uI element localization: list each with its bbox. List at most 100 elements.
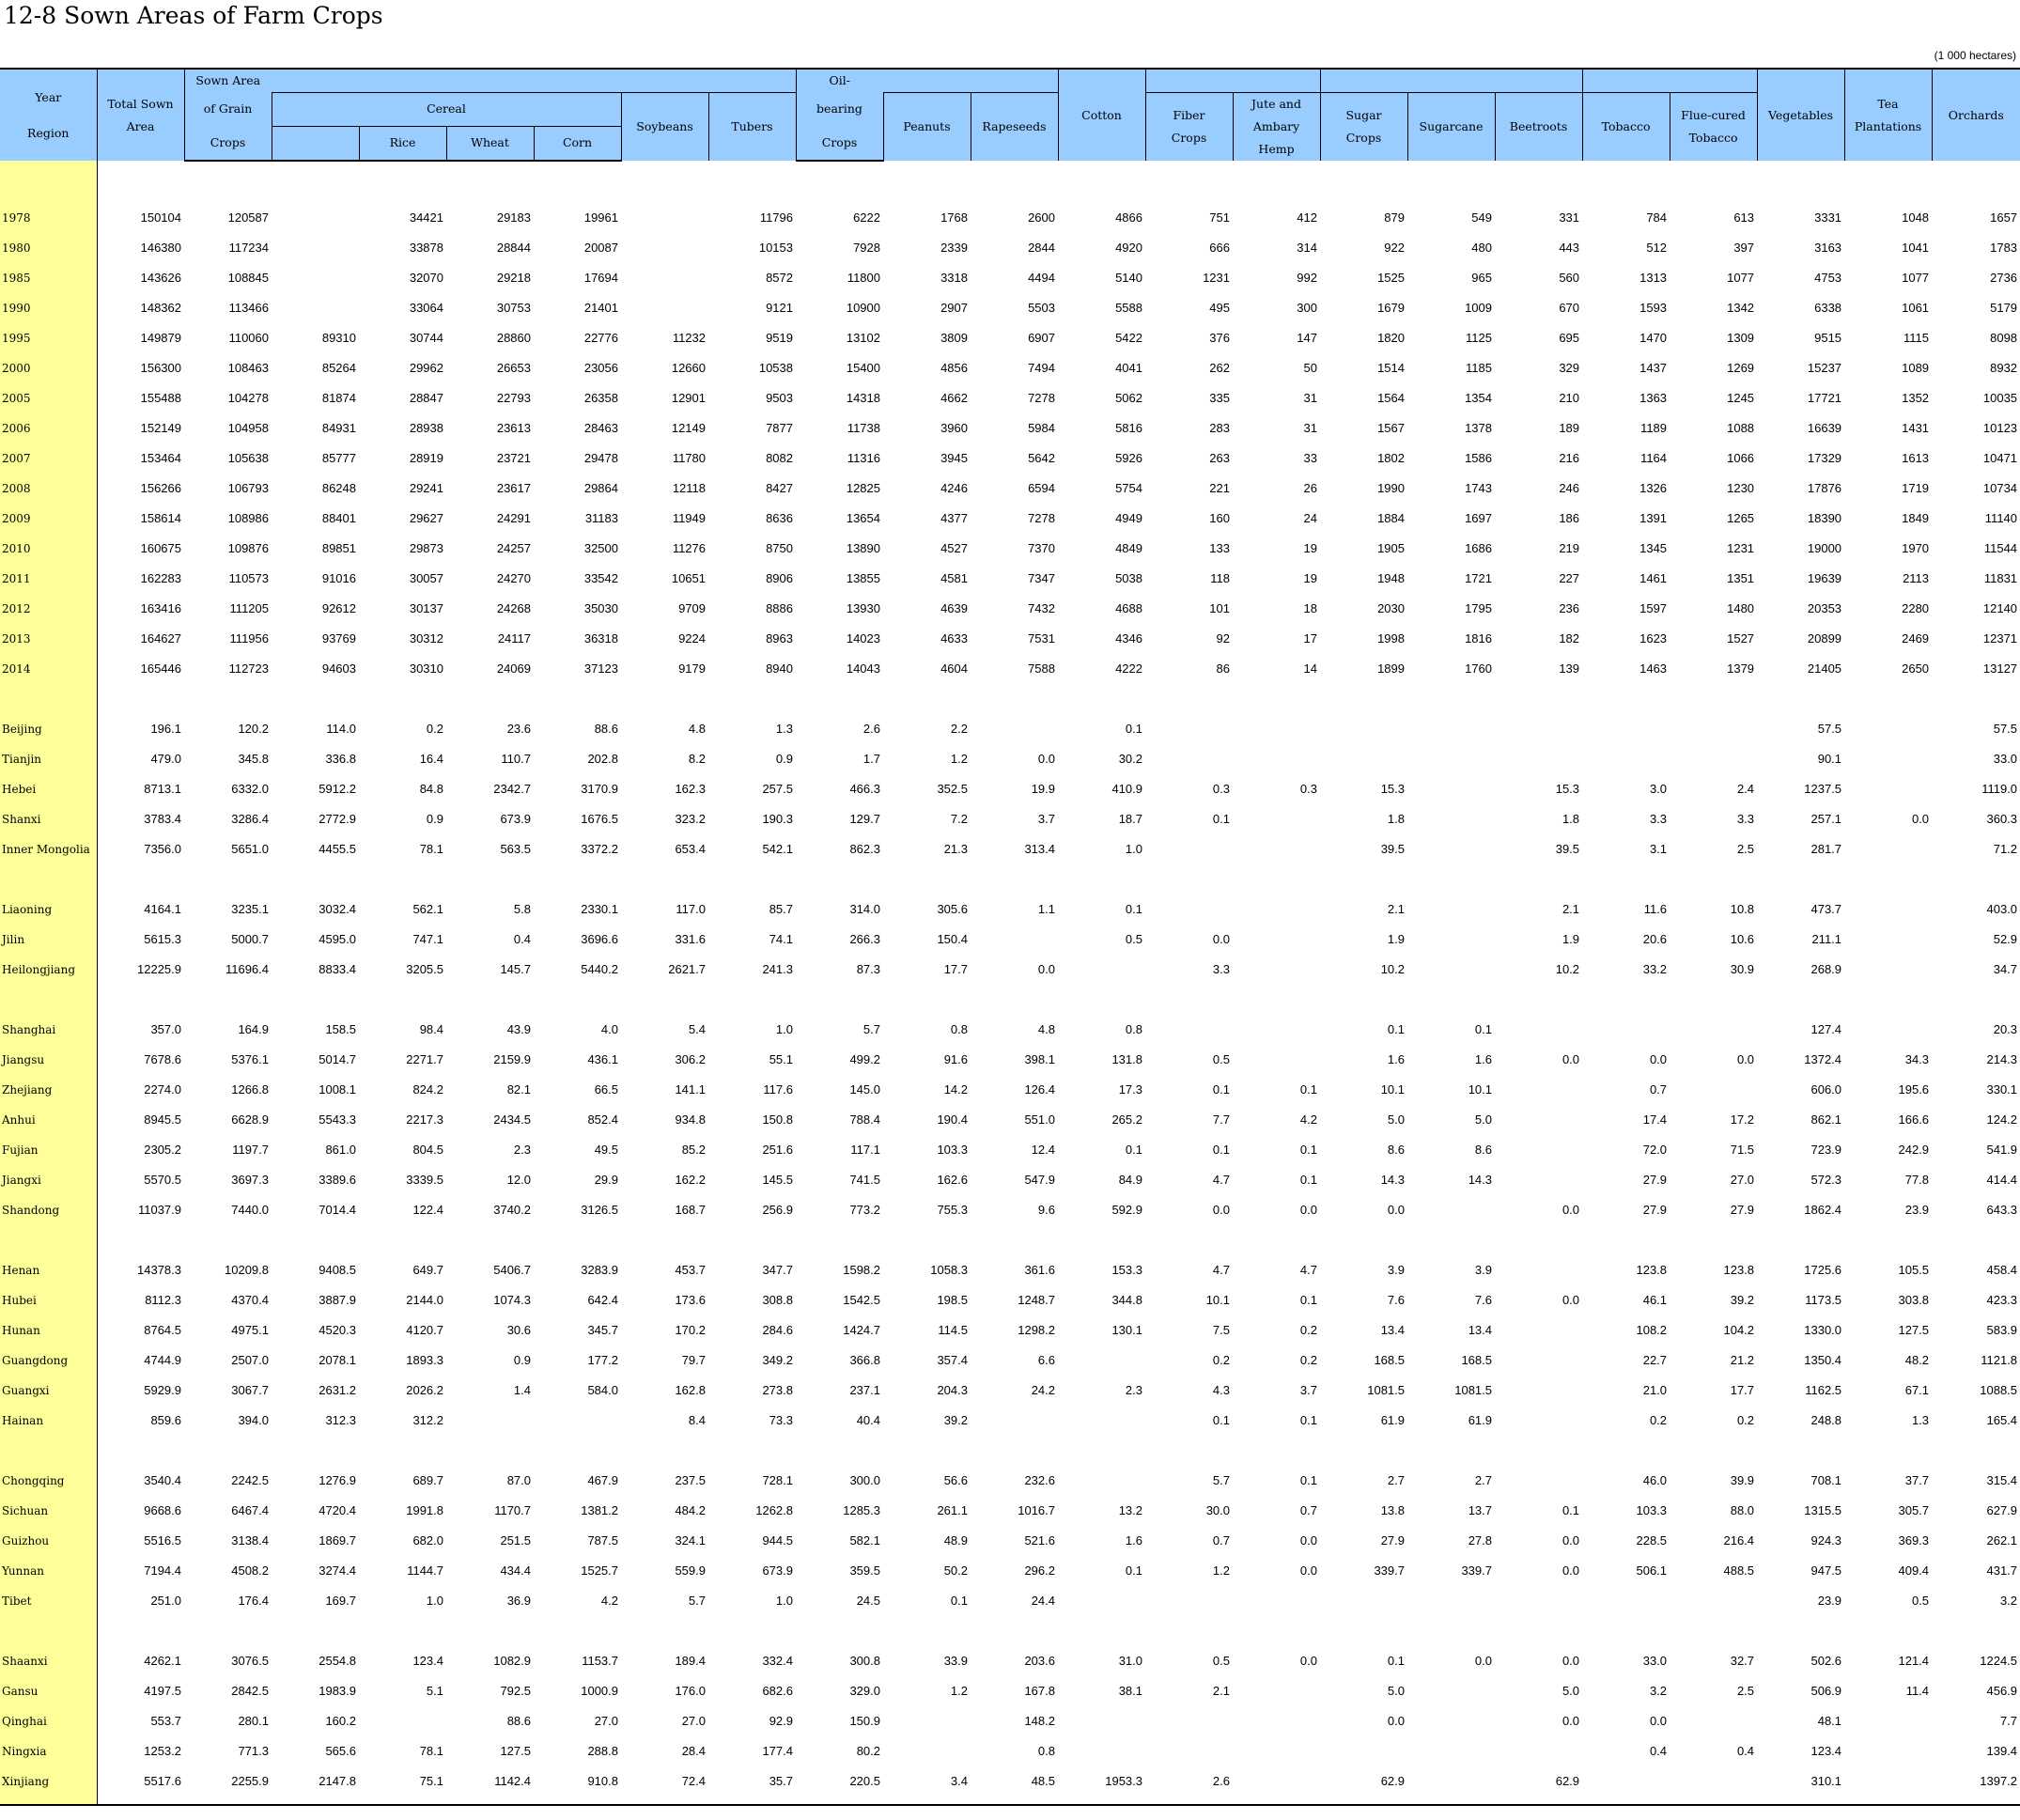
table-cell: 14378.3	[137, 1263, 181, 1277]
table-cell: 300.8	[849, 1654, 880, 1668]
table-cell	[1233, 925, 1320, 955]
table-cell: 0.8	[1037, 1744, 1055, 1758]
table-cell: 153464	[140, 451, 181, 465]
table-cell: 5642	[1028, 451, 1055, 465]
table-cell: 1849	[1902, 511, 1930, 525]
table-cell: 1245	[1727, 391, 1755, 405]
row-label: 2006	[0, 413, 98, 443]
table-cell: 17	[1303, 631, 1317, 646]
header-grain-line1: Sown Area	[183, 68, 272, 93]
header-oil-line3: Crops	[795, 126, 883, 162]
table-cell: 5588	[1115, 301, 1142, 315]
table-cell: 944.5	[762, 1533, 793, 1548]
header-rapeseeds: Rapeseeds	[970, 92, 1058, 161]
table-cell: 862.1	[1810, 1112, 1842, 1127]
table-cell: 66.5	[594, 1082, 618, 1097]
table-cell: 305.6	[937, 902, 968, 916]
table-cell: 1.3	[1911, 1413, 1930, 1427]
table-cell: 410.9	[1111, 782, 1142, 796]
table-cell: 583.9	[1986, 1323, 2018, 1337]
table-cell: 434.4	[500, 1563, 531, 1578]
table-cell: 110060	[228, 331, 269, 345]
table-cell: 1480	[1727, 601, 1755, 615]
table-cell: 39.9	[1730, 1473, 1755, 1487]
table-cell: 3.1	[1649, 842, 1668, 856]
table-cell: 13.4	[1468, 1323, 1492, 1337]
table-cell: 653.4	[675, 842, 706, 856]
table-cell: 5422	[1115, 331, 1142, 345]
table-cell: 246	[1559, 481, 1580, 495]
table-cell: 92	[1216, 631, 1230, 646]
table-cell: 11140	[1984, 511, 2018, 525]
table-row: Tianjin 479.0 345.8 336.8 16.4 110.7 202.8 8.2 0…	[0, 744, 2020, 774]
table-cell: 9668.6	[144, 1503, 181, 1517]
table-cell	[1495, 1255, 1582, 1285]
row-label: 2013	[0, 624, 98, 654]
table-cell: 4527	[940, 541, 968, 555]
table-row: Shaanxi 4262.1 3076.5 2554.8 123.4 1082.9 1153…	[0, 1646, 2020, 1676]
table-cell: 861.0	[325, 1143, 356, 1157]
table-cell: 1119.0	[1981, 782, 2018, 796]
table-cell: 3318	[940, 271, 968, 285]
table-cell	[1670, 1766, 1758, 1806]
table-cell: 541.9	[1986, 1143, 2018, 1157]
table-cell: 105.5	[1898, 1263, 1930, 1277]
table-cell	[1495, 1346, 1582, 1376]
table-cell: 495	[1209, 301, 1230, 315]
table-cell	[1233, 714, 1320, 744]
table-cell: 2242.5	[231, 1473, 269, 1487]
table-cell: 4508.2	[231, 1563, 269, 1578]
table-cell: 2600	[1028, 210, 1055, 225]
table-cell: 147	[1297, 331, 1317, 345]
table-cell: 241.3	[762, 962, 793, 976]
table-cell: 4975.1	[231, 1323, 269, 1337]
table-cell: 0.1	[1387, 1022, 1405, 1036]
table-cell: 227	[1559, 571, 1580, 585]
table-cell	[1407, 1766, 1495, 1806]
table-cell: 203.6	[1024, 1654, 1055, 1668]
row-label: Ningxia	[0, 1736, 98, 1766]
table-cell	[272, 293, 359, 323]
table-cell: 30.2	[1118, 752, 1142, 766]
table-cell: 104.2	[1723, 1323, 1755, 1337]
table-cell: 48.2	[1904, 1353, 1930, 1367]
row-label: Tibet	[0, 1586, 98, 1616]
table-cell: 4370.4	[231, 1293, 269, 1307]
table-row: Anhui 8945.5 6628.9 5543.3 2217.3 2434.5 852.4…	[0, 1105, 2020, 1135]
table-cell: 8750	[766, 541, 793, 555]
table-cell: 0.1	[1299, 1473, 1317, 1487]
table-cell: 1351	[1727, 571, 1755, 585]
table-row: 2012 163416 111205 92612 30137 24268 35030 9709…	[0, 594, 2020, 624]
table-cell: 1.1	[1037, 902, 1055, 916]
table-cell: 0.0	[1649, 1052, 1668, 1066]
table-cell: 2078.1	[319, 1353, 356, 1367]
table-cell: 4262.1	[144, 1654, 181, 1668]
table-cell: 163416	[140, 601, 181, 615]
table-cell	[1233, 1706, 1320, 1736]
table-cell: 1686	[1465, 541, 1492, 555]
table-cell	[1058, 1736, 1145, 1766]
table-cell: 1350.4	[1804, 1353, 1842, 1367]
table-cell: 29627	[409, 511, 443, 525]
table-cell: 162.2	[675, 1173, 706, 1187]
table-cell: 17.7	[1730, 1383, 1755, 1397]
table-cell: 28919	[409, 451, 443, 465]
table-cell: 14043	[846, 661, 880, 676]
table-cell: 262	[1209, 361, 1230, 375]
table-cell: 117.0	[676, 902, 706, 916]
table-cell: 35030	[583, 601, 618, 615]
table-cell: 23613	[496, 421, 531, 435]
table-cell: 4662	[940, 391, 968, 405]
table-cell: 7928	[853, 241, 880, 255]
table-cell: 11232	[672, 331, 706, 345]
table-cell: 7.6	[1474, 1293, 1492, 1307]
table-cell: 90.1	[1817, 752, 1842, 766]
table-cell: 1253.2	[144, 1744, 181, 1758]
table-cell: 7678.6	[144, 1052, 181, 1066]
table-cell	[1407, 744, 1495, 774]
table-cell	[1407, 925, 1495, 955]
table-cell: 29218	[496, 271, 531, 285]
table-cell: 2621.7	[668, 962, 706, 976]
header-grain-span	[272, 68, 796, 93]
table-cell: 11800	[847, 271, 880, 285]
